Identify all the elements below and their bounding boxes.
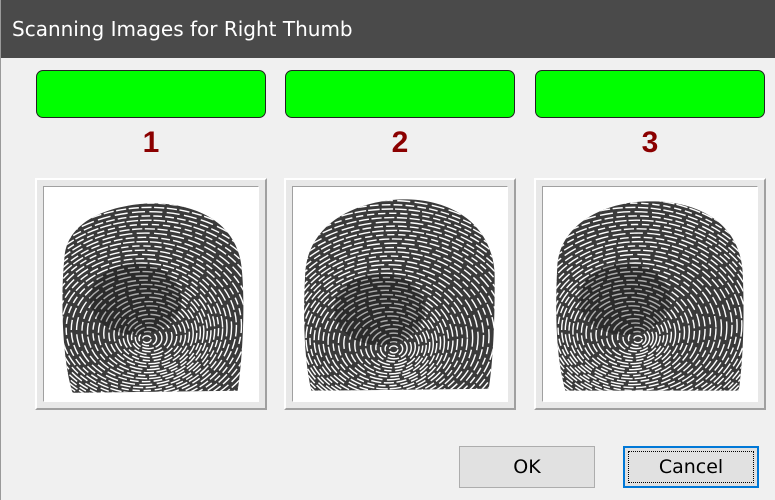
scan-1-frame: [35, 178, 267, 410]
fingerprint-core: [333, 273, 426, 345]
scan-3-frame: [534, 178, 766, 410]
fingerprint-ridges: [304, 199, 495, 391]
scan-2-frame: [284, 178, 516, 410]
scan-2-status-bar: [285, 70, 515, 118]
scan-dialog: Scanning Images for Right Thumb 1 2 3 OK…: [0, 0, 775, 500]
ok-button-label: OK: [513, 456, 541, 478]
scan-3-number: 3: [641, 126, 659, 159]
focus-rectangle: [628, 451, 754, 483]
scan-1-number: 1: [142, 126, 160, 159]
window-title: Scanning Images for Right Thumb: [12, 17, 353, 41]
fingerprint-ridges: [62, 203, 244, 393]
fingerprint-icon: [304, 199, 495, 391]
fingerprint-ridges: [556, 201, 744, 391]
scan-1-status-bar: [36, 70, 266, 118]
scan-3-status-bar: [535, 70, 765, 118]
scan-2-number: 2: [391, 126, 409, 159]
cancel-button[interactable]: Cancel: [623, 446, 759, 488]
scan-1-fingerprint-image: [43, 186, 259, 402]
ok-button[interactable]: OK: [459, 446, 595, 488]
scan-2-fingerprint-image: [292, 186, 508, 402]
fingerprint-core: [89, 263, 182, 335]
title-bar[interactable]: Scanning Images for Right Thumb: [1, 0, 775, 58]
fingerprint-icon: [556, 201, 744, 391]
fingerprint-icon: [62, 203, 244, 393]
fingerprint-core: [578, 263, 671, 335]
scan-3-fingerprint-image: [542, 186, 758, 402]
